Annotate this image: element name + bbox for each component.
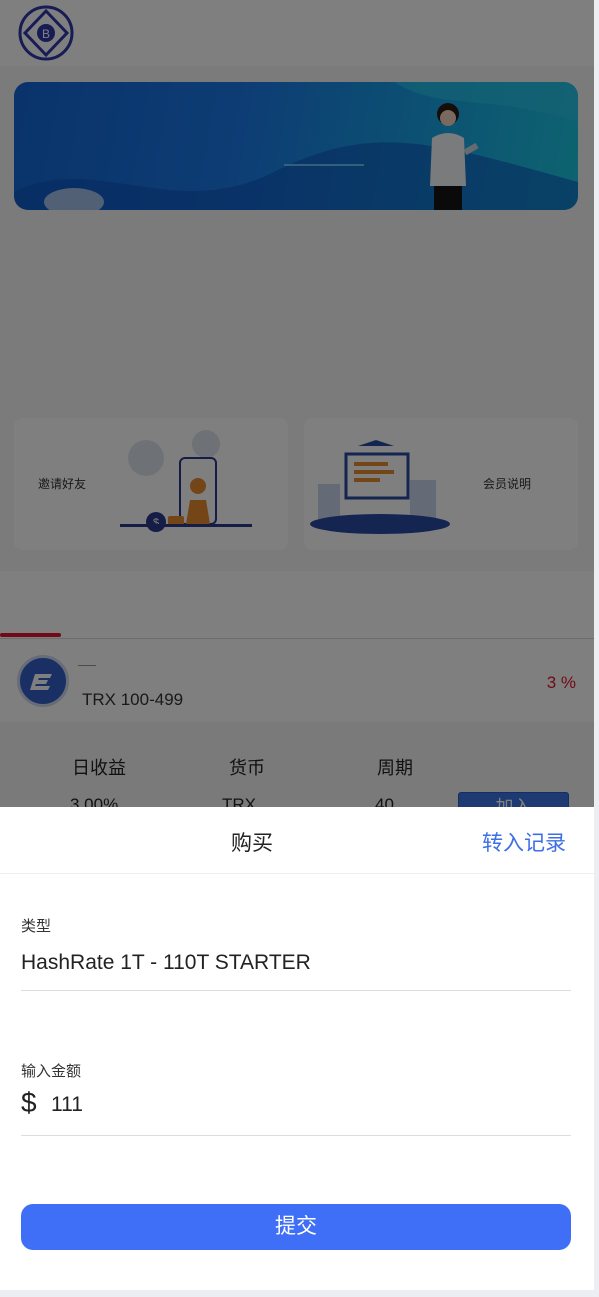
purchase-sheet: 购买 转入记录 类型 HashRate 1T - 110T STARTER 输入…: [0, 807, 594, 1290]
sheet-title: 购买: [231, 832, 273, 855]
app-screen: B 邀请好友 $: [0, 0, 594, 1290]
amount-divider: [21, 1135, 571, 1136]
modal-overlay[interactable]: [0, 0, 594, 807]
type-label: 类型: [21, 918, 52, 935]
submit-button[interactable]: 提交: [21, 1204, 571, 1250]
transfer-records-link[interactable]: 转入记录: [482, 827, 566, 857]
currency-symbol: $: [21, 1087, 37, 1118]
amount-row: $: [21, 1087, 571, 1127]
type-divider: [21, 990, 571, 991]
amount-label: 输入金额: [21, 1063, 82, 1080]
sheet-header: 购买 转入记录: [0, 807, 594, 874]
amount-input[interactable]: [51, 1089, 551, 1121]
type-value[interactable]: HashRate 1T - 110T STARTER: [21, 951, 311, 975]
